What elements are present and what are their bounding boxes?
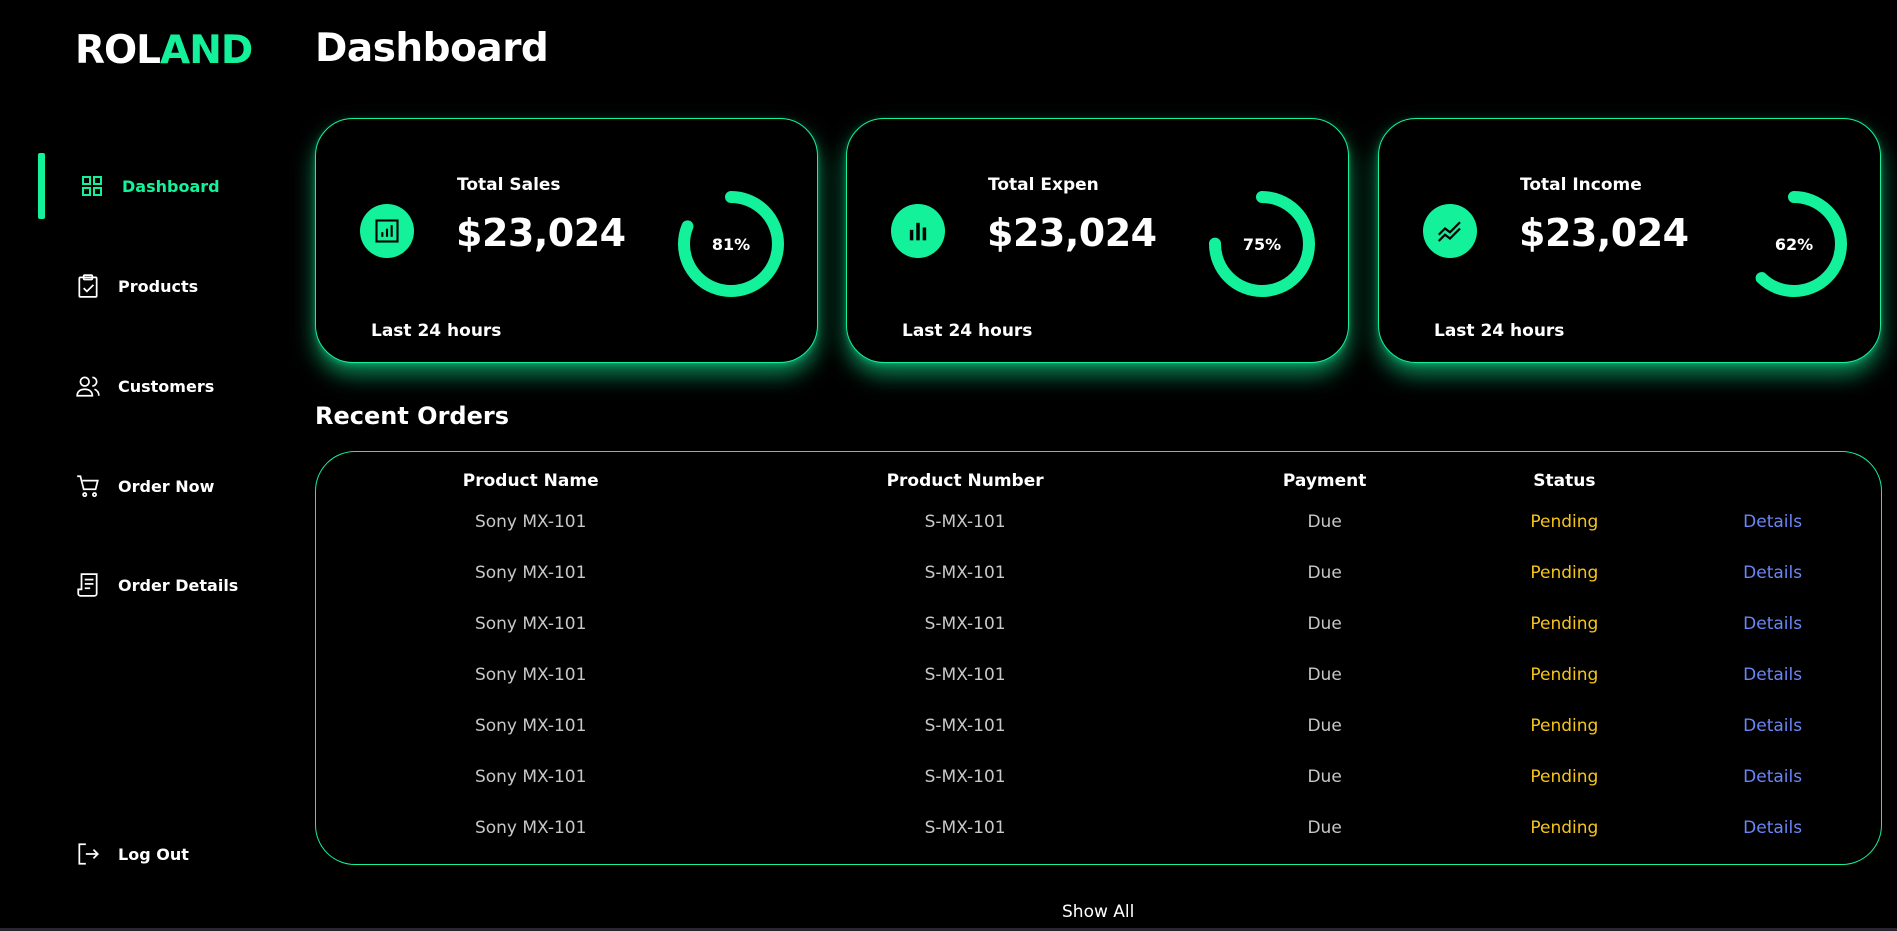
recent-orders-title: Recent Orders [315, 402, 509, 430]
column-header: Status [1533, 471, 1596, 491]
users-icon [74, 372, 102, 400]
brand-logo-part2: AND [160, 28, 253, 73]
bar-chart-icon [891, 204, 945, 258]
progress-ring-label: 75% [1242, 234, 1282, 254]
column-header: Payment [1282, 471, 1367, 491]
recent-orders-table: Product Name Product Number Payment Stat… [315, 451, 1882, 865]
stat-card-total-sales: Total Sales $23,024 81% Last 24 hours [315, 118, 818, 363]
status-cell: Pending [1530, 715, 1599, 736]
product-number-cell: S-MX-101 [924, 664, 1006, 685]
chart-report-icon [360, 204, 414, 258]
product-number-cell: S-MX-101 [924, 817, 1006, 838]
show-all-link[interactable]: Show All [1062, 902, 1134, 922]
table-row: Sony MX-101 S-MX-101 Due Pending Details [316, 598, 1881, 649]
card-footer: Last 24 hours [371, 321, 502, 341]
card-title: Total Sales [457, 175, 561, 195]
sidebar-item-label: Order Now [118, 476, 215, 496]
product-name-cell: Sony MX-101 [474, 562, 587, 583]
product-name-cell: Sony MX-101 [474, 766, 587, 787]
product-number-cell: S-MX-101 [924, 766, 1006, 787]
table-row: Sony MX-101 S-MX-101 Due Pending Details [316, 547, 1881, 598]
card-value: $23,024 [1519, 211, 1689, 255]
payment-cell: Due [1307, 562, 1342, 583]
payment-cell: Due [1307, 766, 1342, 787]
sidebar-item-order-now[interactable]: Order Now [0, 453, 280, 519]
progress-ring-label: 62% [1774, 234, 1814, 254]
clipboard-check-icon [74, 272, 102, 300]
product-number-cell: S-MX-101 [924, 613, 1006, 634]
table-row: Sony MX-101 S-MX-101 Due Pending Details [316, 751, 1881, 802]
cart-icon [74, 472, 102, 500]
details-link[interactable]: Details [1664, 496, 1881, 547]
details-link[interactable]: Details [1664, 700, 1881, 751]
sidebar-item-label: Order Details [118, 575, 239, 595]
details-link[interactable]: Details [1664, 547, 1881, 598]
logout-button[interactable]: Log Out [0, 821, 280, 887]
product-number-cell: S-MX-101 [924, 715, 1006, 736]
table-row: Sony MX-101 S-MX-101 Due Pending Details [316, 496, 1881, 547]
product-name-cell: Sony MX-101 [474, 613, 587, 634]
column-header [1664, 466, 1881, 496]
sidebar-item-label: Dashboard [122, 176, 220, 196]
stat-card-total-income: Total Income $23,024 62% Last 24 hours [1378, 118, 1881, 363]
status-cell: Pending [1530, 511, 1599, 532]
brand-logo[interactable]: ROLAND [75, 28, 253, 73]
card-footer: Last 24 hours [902, 321, 1033, 341]
grid-icon [78, 172, 106, 200]
card-value: $23,024 [987, 211, 1157, 255]
sidebar-item-dashboard[interactable]: Dashboard [0, 153, 280, 219]
product-name-cell: Sony MX-101 [474, 511, 587, 532]
payment-cell: Due [1307, 715, 1342, 736]
page-title: Dashboard [315, 26, 549, 71]
card-title: Total Expen [988, 175, 1099, 195]
payment-cell: Due [1307, 664, 1342, 685]
product-number-cell: S-MX-101 [924, 511, 1006, 532]
product-number-cell: S-MX-101 [924, 562, 1006, 583]
details-link[interactable]: Details [1664, 802, 1881, 853]
product-name-cell: Sony MX-101 [474, 817, 587, 838]
logout-label: Log Out [118, 844, 189, 864]
product-name-cell: Sony MX-101 [474, 664, 587, 685]
card-title: Total Income [1520, 175, 1642, 195]
sidebar-item-products[interactable]: Products [0, 253, 280, 319]
column-header: Product Number [886, 471, 1044, 491]
brand-logo-part1: ROL [75, 28, 161, 73]
product-name-cell: Sony MX-101 [474, 715, 587, 736]
receipt-icon [74, 571, 102, 599]
status-cell: Pending [1530, 562, 1599, 583]
details-link[interactable]: Details [1664, 598, 1881, 649]
payment-cell: Due [1307, 817, 1342, 838]
sidebar-item-order-details[interactable]: Order Details [0, 552, 280, 618]
payment-cell: Due [1307, 613, 1342, 634]
card-footer: Last 24 hours [1434, 321, 1565, 341]
table-row: Sony MX-101 S-MX-101 Due Pending Details [316, 802, 1881, 853]
details-link[interactable]: Details [1664, 751, 1881, 802]
status-cell: Pending [1530, 664, 1599, 685]
status-cell: Pending [1530, 613, 1599, 634]
table-header-row: Product Name Product Number Payment Stat… [316, 466, 1881, 496]
trend-icon [1423, 204, 1477, 258]
table-row: Sony MX-101 S-MX-101 Due Pending Details [316, 700, 1881, 751]
payment-cell: Due [1307, 511, 1342, 532]
sidebar-item-customers[interactable]: Customers [0, 353, 280, 419]
details-link[interactable]: Details [1664, 649, 1881, 700]
stat-card-total-expenses: Total Expen $23,024 75% Last 24 hours [846, 118, 1349, 363]
sidebar: ROLAND Dashboard Products Customers Orde… [0, 0, 300, 931]
active-indicator [38, 153, 45, 219]
status-cell: Pending [1530, 817, 1599, 838]
progress-ring-label: 81% [711, 234, 751, 254]
sidebar-item-label: Products [118, 276, 199, 296]
column-header: Product Name [462, 471, 599, 491]
card-value: $23,024 [456, 211, 626, 255]
sidebar-item-label: Customers [118, 376, 215, 396]
status-cell: Pending [1530, 766, 1599, 787]
logout-icon [74, 840, 102, 868]
table-row: Sony MX-101 S-MX-101 Due Pending Details [316, 649, 1881, 700]
